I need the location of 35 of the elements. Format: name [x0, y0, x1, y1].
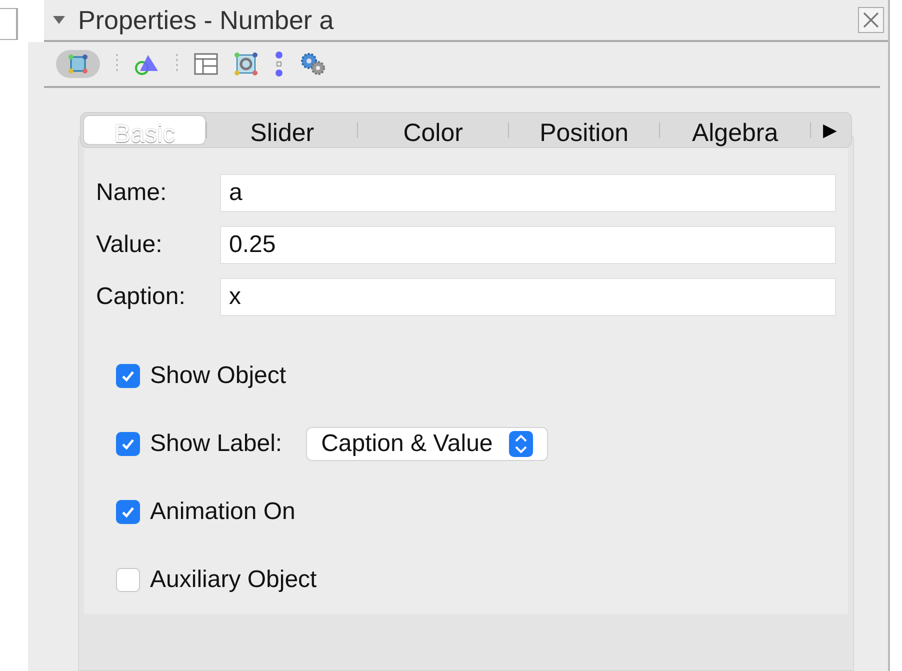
field-label: Caption:	[96, 282, 186, 312]
tab-scroll-button[interactable]: ▶	[811, 116, 850, 144]
toolbar-separator-icon	[176, 54, 178, 74]
toolbar-separator-icon	[116, 54, 118, 74]
field-label: Value:	[96, 230, 164, 260]
checkbox[interactable]	[116, 364, 140, 388]
gears-icon[interactable]	[300, 52, 326, 76]
input-field[interactable]: 0.25	[220, 226, 836, 264]
checkbox[interactable]	[116, 432, 140, 456]
tab[interactable]: Algebra	[660, 115, 810, 145]
checkbox[interactable]	[116, 568, 140, 592]
panel-title: Properties - Number a	[78, 4, 335, 36]
tab[interactable]: Position	[509, 115, 660, 145]
field-label: Name:	[96, 178, 168, 208]
tab[interactable]: Slider	[207, 115, 358, 145]
close-button[interactable]	[858, 7, 884, 33]
label-mode-dropdown[interactable]: Caption & Value	[306, 427, 548, 461]
close-icon	[862, 11, 880, 29]
shapes-icon[interactable]	[134, 53, 160, 75]
object-toolbar-button[interactable]	[56, 50, 100, 78]
dots-icon[interactable]	[274, 51, 284, 77]
stepper-icon	[508, 431, 533, 457]
checkbox-label: Animation On	[150, 497, 296, 527]
checkbox-label: Show Object	[150, 361, 286, 391]
collapse-triangle-icon[interactable]	[52, 15, 66, 25]
layout-icon[interactable]	[194, 53, 218, 75]
panel-edge	[0, 8, 18, 40]
input-field[interactable]: x	[220, 278, 836, 316]
tab[interactable]: Color	[358, 115, 508, 145]
gear-frame-icon[interactable]	[234, 52, 258, 76]
checkbox-label: Auxiliary Object	[150, 565, 317, 595]
object-icon	[67, 53, 89, 75]
checkbox[interactable]	[116, 500, 140, 524]
input-field[interactable]: a	[220, 174, 836, 212]
checkbox-label: Show Label:	[150, 429, 282, 459]
